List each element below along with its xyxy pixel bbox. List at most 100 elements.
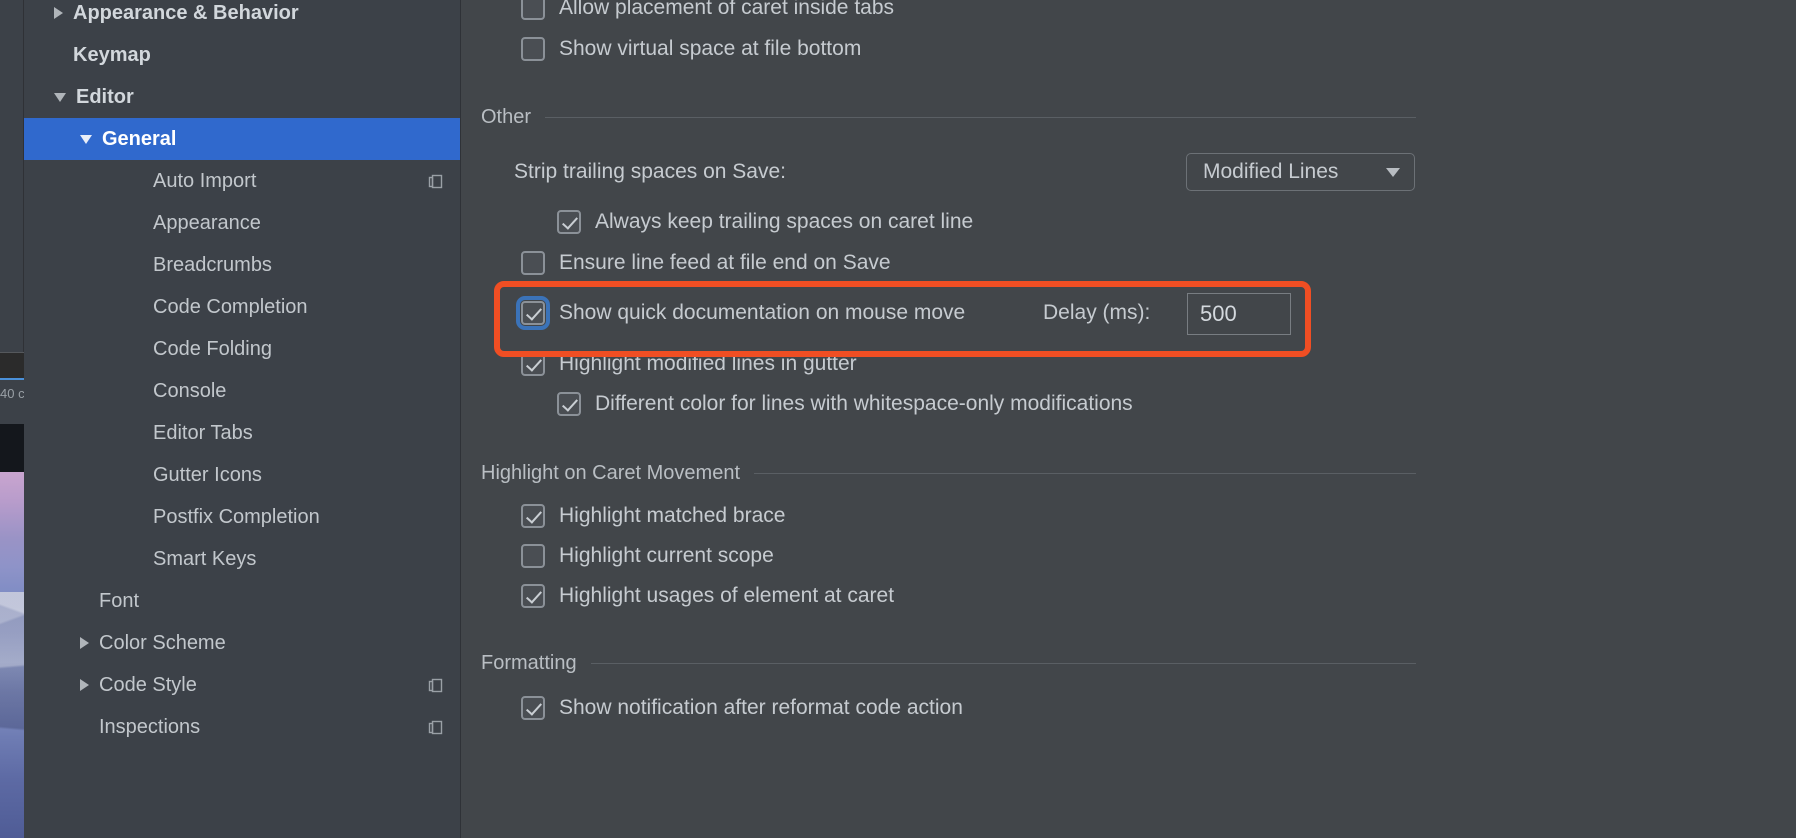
delay-ms-input[interactable]: 500	[1187, 293, 1291, 335]
background-console-area	[0, 424, 24, 472]
section-title: Formatting	[481, 652, 577, 674]
checkbox-label: Highlight modified lines in gutter	[559, 352, 857, 375]
sidebar-item-label: Breadcrumbs	[153, 253, 272, 276]
checkbox-checked-icon[interactable]	[516, 296, 550, 330]
copy-settings-icon[interactable]	[428, 677, 443, 693]
option-highlight-modified-lines[interactable]: Highlight modified lines in gutter	[521, 352, 857, 376]
checkbox-label: Highlight current scope	[559, 544, 774, 567]
sidebar-item-font[interactable]: Font	[24, 580, 460, 622]
checkbox-label: Allow placement of caret inside tabs	[559, 0, 895, 19]
sidebar-item-label: Postfix Completion	[153, 505, 320, 528]
sidebar-item-label: Auto Import	[153, 169, 257, 192]
chevron-down-icon[interactable]	[54, 92, 66, 102]
checkbox-label: Highlight matched brace	[559, 504, 786, 527]
option-show-virtual-space[interactable]: Show virtual space at file bottom	[521, 37, 861, 61]
checkbox-label: Show virtual space at file bottom	[559, 37, 862, 60]
checkbox-unchecked-icon[interactable]	[521, 0, 545, 20]
section-header-highlight-caret: Highlight on Caret Movement	[481, 462, 1416, 485]
checkbox-label: Always keep trailing spaces on caret lin…	[595, 210, 974, 233]
option-highlight-current-scope[interactable]: Highlight current scope	[521, 544, 774, 568]
sidebar-item-label: Font	[99, 589, 140, 612]
chevron-right-icon[interactable]	[80, 679, 89, 691]
sidebar-item-label: Inspections	[99, 715, 201, 738]
strip-trailing-spaces-dropdown[interactable]: Modified Lines	[1186, 153, 1415, 191]
delay-ms-value: 500	[1200, 301, 1237, 326]
background-status-text: 40 c	[0, 386, 24, 401]
sidebar-item-label: Gutter Icons	[153, 463, 262, 486]
checkbox-label: Highlight usages of element at caret	[559, 584, 895, 607]
section-divider	[754, 473, 1416, 474]
sidebar-item-editor-tabs[interactable]: Editor Tabs	[24, 412, 460, 454]
sidebar-item-code-style[interactable]: Code Style	[24, 664, 460, 706]
checkbox-label: Show quick documentation on mouse move	[559, 301, 966, 324]
option-always-keep-trailing-spaces[interactable]: Always keep trailing spaces on caret lin…	[557, 210, 973, 234]
checkbox-checked-icon[interactable]	[521, 584, 545, 608]
checkbox-label: Ensure line feed at file end on Save	[559, 251, 891, 274]
sidebar-item-inspections[interactable]: Inspections	[24, 706, 460, 748]
checkbox-checked-icon[interactable]	[521, 696, 545, 720]
option-highlight-matched-brace[interactable]: Highlight matched brace	[521, 504, 785, 528]
sidebar-item-label: Appearance	[153, 211, 261, 234]
chevron-right-icon[interactable]	[54, 7, 63, 19]
strip-trailing-spaces-label: Strip trailing spaces on Save:	[514, 160, 786, 183]
option-ensure-line-feed[interactable]: Ensure line feed at file end on Save	[521, 251, 891, 275]
checkbox-checked-icon[interactable]	[521, 504, 545, 528]
sidebar-item-auto-import[interactable]: Auto Import	[24, 160, 460, 202]
option-different-color-whitespace[interactable]: Different color for lines with whitespac…	[557, 392, 1133, 416]
sidebar-item-label: General	[102, 127, 177, 150]
checkbox-unchecked-icon[interactable]	[521, 544, 545, 568]
section-title: Highlight on Caret Movement	[481, 462, 741, 484]
copy-settings-icon[interactable]	[428, 173, 443, 189]
checkbox-checked-icon[interactable]	[557, 392, 581, 416]
section-divider	[545, 117, 1416, 118]
checkbox-label: Show notification after reformat code ac…	[559, 696, 963, 719]
sidebar-item-label: Color Scheme	[99, 631, 226, 654]
background-editor-area	[0, 0, 24, 352]
section-header-formatting: Formatting	[481, 652, 1416, 675]
sidebar-item-label: Code Completion	[153, 295, 308, 318]
background-divider	[0, 352, 24, 353]
chevron-right-icon[interactable]	[80, 637, 89, 649]
sidebar-item-code-completion[interactable]: Code Completion	[24, 286, 460, 328]
section-divider	[590, 663, 1416, 664]
sidebar-item-label: Editor Tabs	[153, 421, 253, 444]
checkbox-unchecked-icon[interactable]	[521, 251, 545, 275]
checkbox-checked-icon[interactable]	[557, 210, 581, 234]
checkbox-checked-icon[interactable]	[521, 352, 545, 376]
settings-dialog: 40 c Appearance & Behavior Keymap Editor Ge…	[0, 0, 1796, 838]
sidebar-item-label: Keymap	[73, 43, 151, 66]
sidebar-item-smart-keys[interactable]: Smart Keys	[24, 538, 460, 580]
desktop-wallpaper-mountains	[0, 472, 24, 838]
sidebar-item-general[interactable]: General	[24, 118, 460, 160]
checkbox-label: Different color for lines with whitespac…	[595, 392, 1133, 415]
sidebar-item-editor[interactable]: Editor	[24, 76, 460, 118]
section-header-other: Other	[481, 106, 1416, 129]
sidebar-item-appearance-behavior[interactable]: Appearance & Behavior	[24, 0, 460, 34]
sidebar-item-label: Code Folding	[153, 337, 272, 360]
sidebar-item-postfix-completion[interactable]: Postfix Completion	[24, 496, 460, 538]
sidebar-item-appearance[interactable]: Appearance	[24, 202, 460, 244]
sidebar-item-label: Console	[153, 379, 227, 402]
background-desktop-strip: 40 c	[0, 0, 24, 838]
dropdown-selected-value: Modified Lines	[1203, 160, 1339, 183]
sidebar-item-label: Smart Keys	[153, 547, 257, 570]
option-show-quick-documentation[interactable]: Show quick documentation on mouse move	[516, 296, 966, 330]
sidebar-item-console[interactable]: Console	[24, 370, 460, 412]
delay-ms-label: Delay (ms):	[1043, 301, 1151, 324]
chevron-down-icon[interactable]	[1386, 167, 1400, 177]
sidebar-item-label: Editor	[76, 85, 134, 108]
checkbox-unchecked-icon[interactable]	[521, 37, 545, 61]
option-show-notification-reformat[interactable]: Show notification after reformat code ac…	[521, 696, 963, 720]
chevron-down-icon[interactable]	[80, 134, 92, 144]
sidebar-item-gutter-icons[interactable]: Gutter Icons	[24, 454, 460, 496]
copy-settings-icon[interactable]	[428, 719, 443, 735]
sidebar-item-label: Appearance & Behavior	[73, 1, 299, 24]
sidebar-item-code-folding[interactable]: Code Folding	[24, 328, 460, 370]
settings-sidebar-tree[interactable]: Appearance & Behavior Keymap Editor General…	[24, 0, 461, 838]
option-highlight-usages-at-caret[interactable]: Highlight usages of element at caret	[521, 584, 894, 608]
sidebar-item-keymap[interactable]: Keymap	[24, 34, 460, 76]
section-title: Other	[481, 106, 532, 128]
sidebar-item-breadcrumbs[interactable]: Breadcrumbs	[24, 244, 460, 286]
sidebar-item-color-scheme[interactable]: Color Scheme	[24, 622, 460, 664]
option-allow-caret-inside-tabs[interactable]: Allow placement of caret inside tabs	[521, 0, 894, 20]
